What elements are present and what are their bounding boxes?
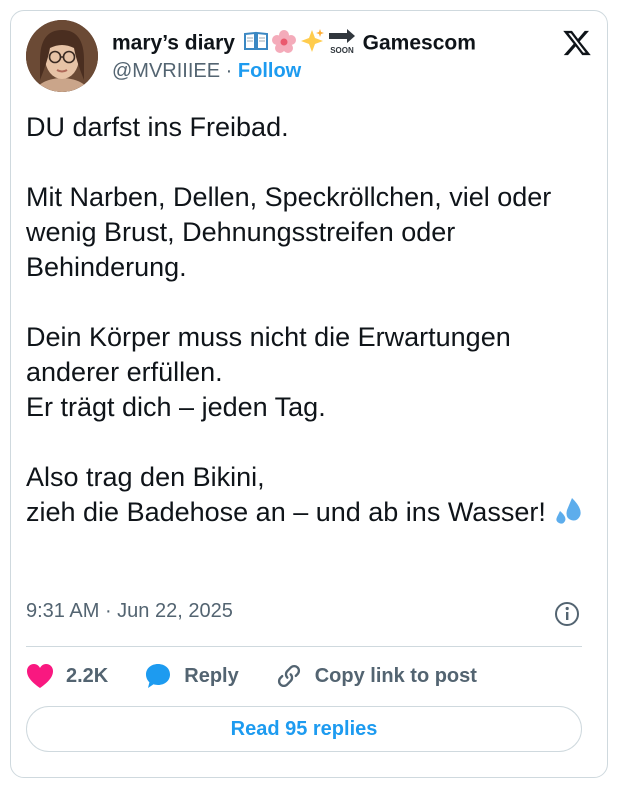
author-name[interactable]: mary’s diary SOON Gamescom bbox=[112, 26, 476, 62]
read-replies-button[interactable]: Read 95 replies bbox=[26, 706, 582, 752]
link-icon bbox=[277, 664, 300, 688]
name-suffix: Gamescom bbox=[362, 31, 476, 55]
divider bbox=[26, 646, 582, 647]
heart-icon bbox=[27, 664, 53, 688]
read-replies-label: Read 95 replies bbox=[230, 717, 378, 740]
soon-label: SOON bbox=[330, 46, 354, 55]
blossom-icon bbox=[271, 29, 297, 59]
sweat-droplets-icon bbox=[553, 495, 585, 536]
author-handle[interactable]: @MVRIIIEE bbox=[112, 60, 220, 82]
copy-link-button[interactable]: Copy link to post bbox=[275, 662, 477, 690]
tweet-time: 9:31 AM bbox=[26, 600, 100, 622]
like-button[interactable]: 2.2K bbox=[26, 663, 108, 689]
avatar[interactable] bbox=[26, 20, 98, 92]
reply-button[interactable]: Reply bbox=[144, 662, 239, 690]
timestamp[interactable]: 9:31 AM · Jun 22, 2025 bbox=[26, 600, 233, 623]
follow-button[interactable]: Follow bbox=[238, 60, 301, 82]
open-book-icon bbox=[243, 30, 269, 58]
like-count: 2.2K bbox=[66, 664, 109, 687]
tweet-date: Jun 22, 2025 bbox=[117, 600, 233, 622]
author-handle-row: @MVRIIIEE · Follow bbox=[112, 60, 301, 83]
tweet-text: DU darfst ins Freibad. Mit Narben, Delle… bbox=[26, 110, 586, 536]
display-name: mary’s diary bbox=[112, 31, 235, 55]
info-icon[interactable] bbox=[554, 601, 580, 627]
tweet-body: DU darfst ins Freibad. Mit Narben, Delle… bbox=[26, 112, 552, 527]
copy-link-label: Copy link to post bbox=[314, 664, 477, 687]
action-bar: 2.2K Reply Copy link to post bbox=[26, 656, 513, 696]
date-separator: · bbox=[99, 600, 118, 622]
speech-bubble-icon bbox=[146, 664, 171, 688]
reply-label: Reply bbox=[184, 664, 239, 687]
x-logo-icon[interactable] bbox=[562, 28, 592, 58]
separator-dot: · bbox=[220, 60, 238, 82]
soon-arrow-icon: SOON bbox=[327, 26, 357, 62]
sparkles-icon bbox=[299, 28, 325, 60]
